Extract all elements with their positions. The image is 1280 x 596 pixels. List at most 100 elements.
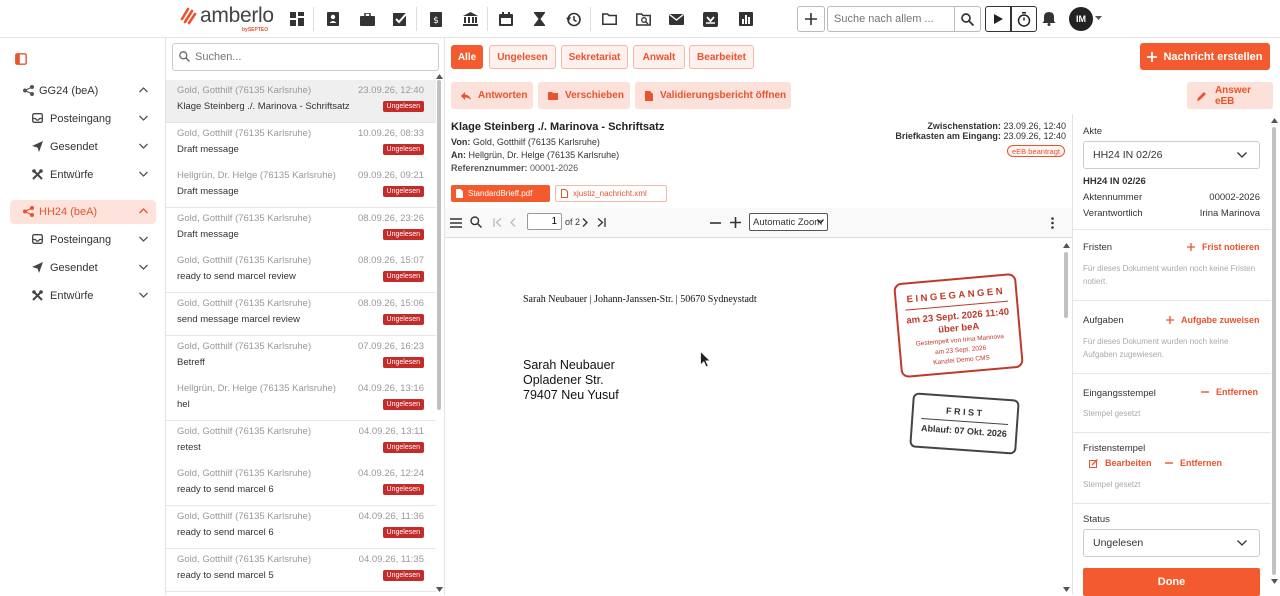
chevron-down-icon[interactable]	[139, 143, 148, 149]
chevron-down-icon[interactable]	[139, 292, 148, 298]
message-list-scrollbar[interactable]	[437, 80, 441, 410]
message-search-input[interactable]	[172, 43, 439, 71]
message-row[interactable]: Gold, Gotthilf (76135 Karlsruhe) 08.09.26…	[166, 293, 436, 336]
filter-alle[interactable]: Alle	[451, 45, 483, 69]
message-row[interactable]: Hellgrün, Dr. Helge (76135 Karlsruhe) 09.…	[166, 165, 436, 209]
ref-value: 00001-2026	[530, 163, 579, 173]
attachment-pdf[interactable]: StandardBrieff.pdf	[451, 185, 550, 202]
message-row[interactable]: Gold, Gotthilf (76135 Karlsruhe) 04.09.26…	[166, 420, 436, 464]
sidebar-account-gg24[interactable]: GG24 (beA)	[10, 79, 156, 103]
previous-page-icon[interactable]	[510, 218, 516, 227]
scroll-up-icon[interactable]	[1271, 118, 1278, 123]
sidebar-item-entwuerfe[interactable]: Entwürfe	[24, 286, 156, 306]
amberlo-logo[interactable]: amberlo bySEPTEO	[180, 4, 280, 34]
done-button[interactable]: Done	[1083, 568, 1260, 596]
bank-icon[interactable]	[458, 7, 482, 31]
message-row[interactable]: Gold, Gotthilf (76135 Karlsruhe) 07.09.26…	[166, 335, 436, 379]
notifications-button[interactable]	[1042, 10, 1060, 28]
status-select[interactable]: Ungelesen	[1083, 529, 1260, 557]
chevron-down-icon[interactable]	[139, 236, 148, 242]
message-row[interactable]: Gold, Gotthilf (76135 Karlsruhe) 04.09.26…	[166, 548, 436, 592]
nav-separator	[590, 7, 591, 31]
hourglass-icon[interactable]	[527, 7, 551, 31]
dashboard-icon[interactable]	[285, 7, 309, 31]
calendar-icon[interactable]	[494, 7, 518, 31]
sidebar-item-posteingang[interactable]: Posteingang	[24, 230, 156, 250]
briefcase-icon[interactable]	[355, 7, 379, 31]
scroll-down-icon[interactable]	[1271, 579, 1278, 584]
zoom-in-icon[interactable]	[730, 217, 741, 228]
assign-task-button[interactable]: Aufgabe zuweisen	[1166, 315, 1260, 325]
move-button[interactable]: Verschieben	[538, 82, 630, 109]
more-options-icon[interactable]	[1051, 217, 1054, 229]
reply-button[interactable]: Antworten	[451, 82, 533, 109]
edit-deadline-stamp-button[interactable]: Bearbeiten	[1089, 458, 1152, 468]
received-stamp[interactable]: EINGEGANGEN am 23 Sept. 2026 11:40 über …	[893, 272, 1024, 379]
invoice-icon[interactable]: $	[424, 7, 448, 31]
pdf-scrollbar[interactable]	[1064, 252, 1068, 318]
message-list: Gold, Gotthilf (76135 Karlsruhe) 23.09.26…	[166, 38, 445, 595]
folder-icon[interactable]	[597, 7, 621, 31]
chevron-down-icon[interactable]	[139, 171, 148, 177]
next-page-icon[interactable]	[582, 218, 588, 227]
add-deadline-button[interactable]: Frist notieren	[1187, 242, 1260, 252]
sidebar-collapse-icon[interactable]	[15, 53, 27, 65]
quick-add-button[interactable]	[797, 6, 825, 32]
last-page-icon[interactable]	[597, 218, 606, 227]
answer-eeb-button[interactable]: Answer eEB	[1187, 82, 1273, 109]
remove-received-stamp-button[interactable]: Entfernen	[1201, 387, 1258, 397]
search-button[interactable]	[954, 6, 981, 32]
message-row[interactable]: Gold, Gotthilf (76135 Karlsruhe) 10.09.26…	[166, 122, 436, 166]
sidebar-toggle-icon[interactable]	[450, 218, 462, 228]
timer-start-button[interactable]	[985, 6, 1011, 32]
remove-deadline-stamp-button[interactable]: Entfernen	[1165, 458, 1222, 468]
sidebar-item-entwuerfe[interactable]: Entwürfe	[24, 165, 156, 185]
scroll-down-icon[interactable]	[1063, 587, 1070, 592]
message-row[interactable]: Gold, Gotthilf (76135 Karlsruhe) 08.09.26…	[166, 250, 436, 294]
checklist-icon[interactable]	[388, 7, 412, 31]
scroll-up-icon[interactable]	[436, 74, 443, 79]
stopwatch-button[interactable]	[1011, 6, 1037, 32]
history-icon[interactable]	[561, 7, 585, 31]
reports-icon[interactable]	[734, 7, 758, 31]
new-message-button[interactable]: Nachricht erstellen	[1140, 43, 1270, 70]
message-row[interactable]: Gold, Gotthilf (76135 Karlsruhe) 04.09.26…	[166, 463, 436, 507]
edit-label: Bearbeiten	[1105, 458, 1152, 468]
search-icon[interactable]	[470, 216, 482, 228]
message-row[interactable]: Gold, Gotthilf (76135 Karlsruhe) 08.09.26…	[166, 207, 436, 251]
sidebar-item-posteingang[interactable]: Posteingang	[24, 109, 156, 129]
zoom-select[interactable]: Automatic Zoom	[749, 213, 828, 231]
message-row[interactable]: Gold, Gotthilf (76135 Karlsruhe) 23.09.26…	[166, 80, 436, 123]
chevron-up-icon[interactable]	[139, 87, 148, 93]
page-number-input[interactable]	[527, 213, 562, 230]
attachment-xml[interactable]: xjustiz_nachricht.xml	[555, 185, 667, 202]
scroll-up-icon[interactable]	[1063, 243, 1070, 248]
scroll-down-icon[interactable]	[436, 587, 443, 592]
sidebar-account-hh24[interactable]: HH24 (beA)	[10, 200, 156, 224]
chevron-up-icon[interactable]	[139, 208, 148, 214]
filter-ungelesen[interactable]: Ungelesen	[489, 45, 556, 69]
message-row[interactable]: Hellgrün, Dr. Helge (76135 Karlsruhe) 04.…	[166, 378, 436, 422]
chevron-down-icon[interactable]	[139, 115, 148, 121]
validation-report-button[interactable]: Validierungsbericht öffnen	[635, 82, 791, 109]
zoom-out-icon[interactable]	[710, 222, 721, 224]
filter-sekretariat[interactable]: Sekretariat	[561, 45, 628, 69]
message-row[interactable]: Gold, Gotthilf (76135 Karlsruhe) 04.09.26…	[166, 506, 436, 549]
filter-anwalt[interactable]: Anwalt	[633, 45, 685, 69]
share-icon	[23, 206, 34, 217]
user-avatar[interactable]: IM	[1069, 7, 1093, 31]
deadline-stamp[interactable]: FRIST Ablauf: 07 Okt. 2026	[909, 392, 1020, 455]
sidebar-item-gesendet[interactable]: Gesendet	[24, 137, 156, 157]
filter-bearbeitet[interactable]: Bearbeitet	[689, 45, 754, 69]
inbox-icon[interactable]	[698, 7, 722, 31]
global-search-input[interactable]	[827, 6, 955, 32]
first-page-icon[interactable]	[493, 218, 502, 227]
chevron-down-icon[interactable]	[139, 264, 148, 270]
mail-icon[interactable]	[664, 7, 688, 31]
details-panel-scrollbar[interactable]	[1272, 127, 1276, 575]
folder-search-icon[interactable]	[631, 7, 655, 31]
contacts-icon[interactable]	[321, 7, 345, 31]
akte-select[interactable]: HH24 IN 02/26	[1083, 141, 1260, 169]
sidebar-item-gesendet[interactable]: Gesendet	[24, 258, 156, 278]
chevron-down-icon[interactable]	[1095, 16, 1102, 20]
